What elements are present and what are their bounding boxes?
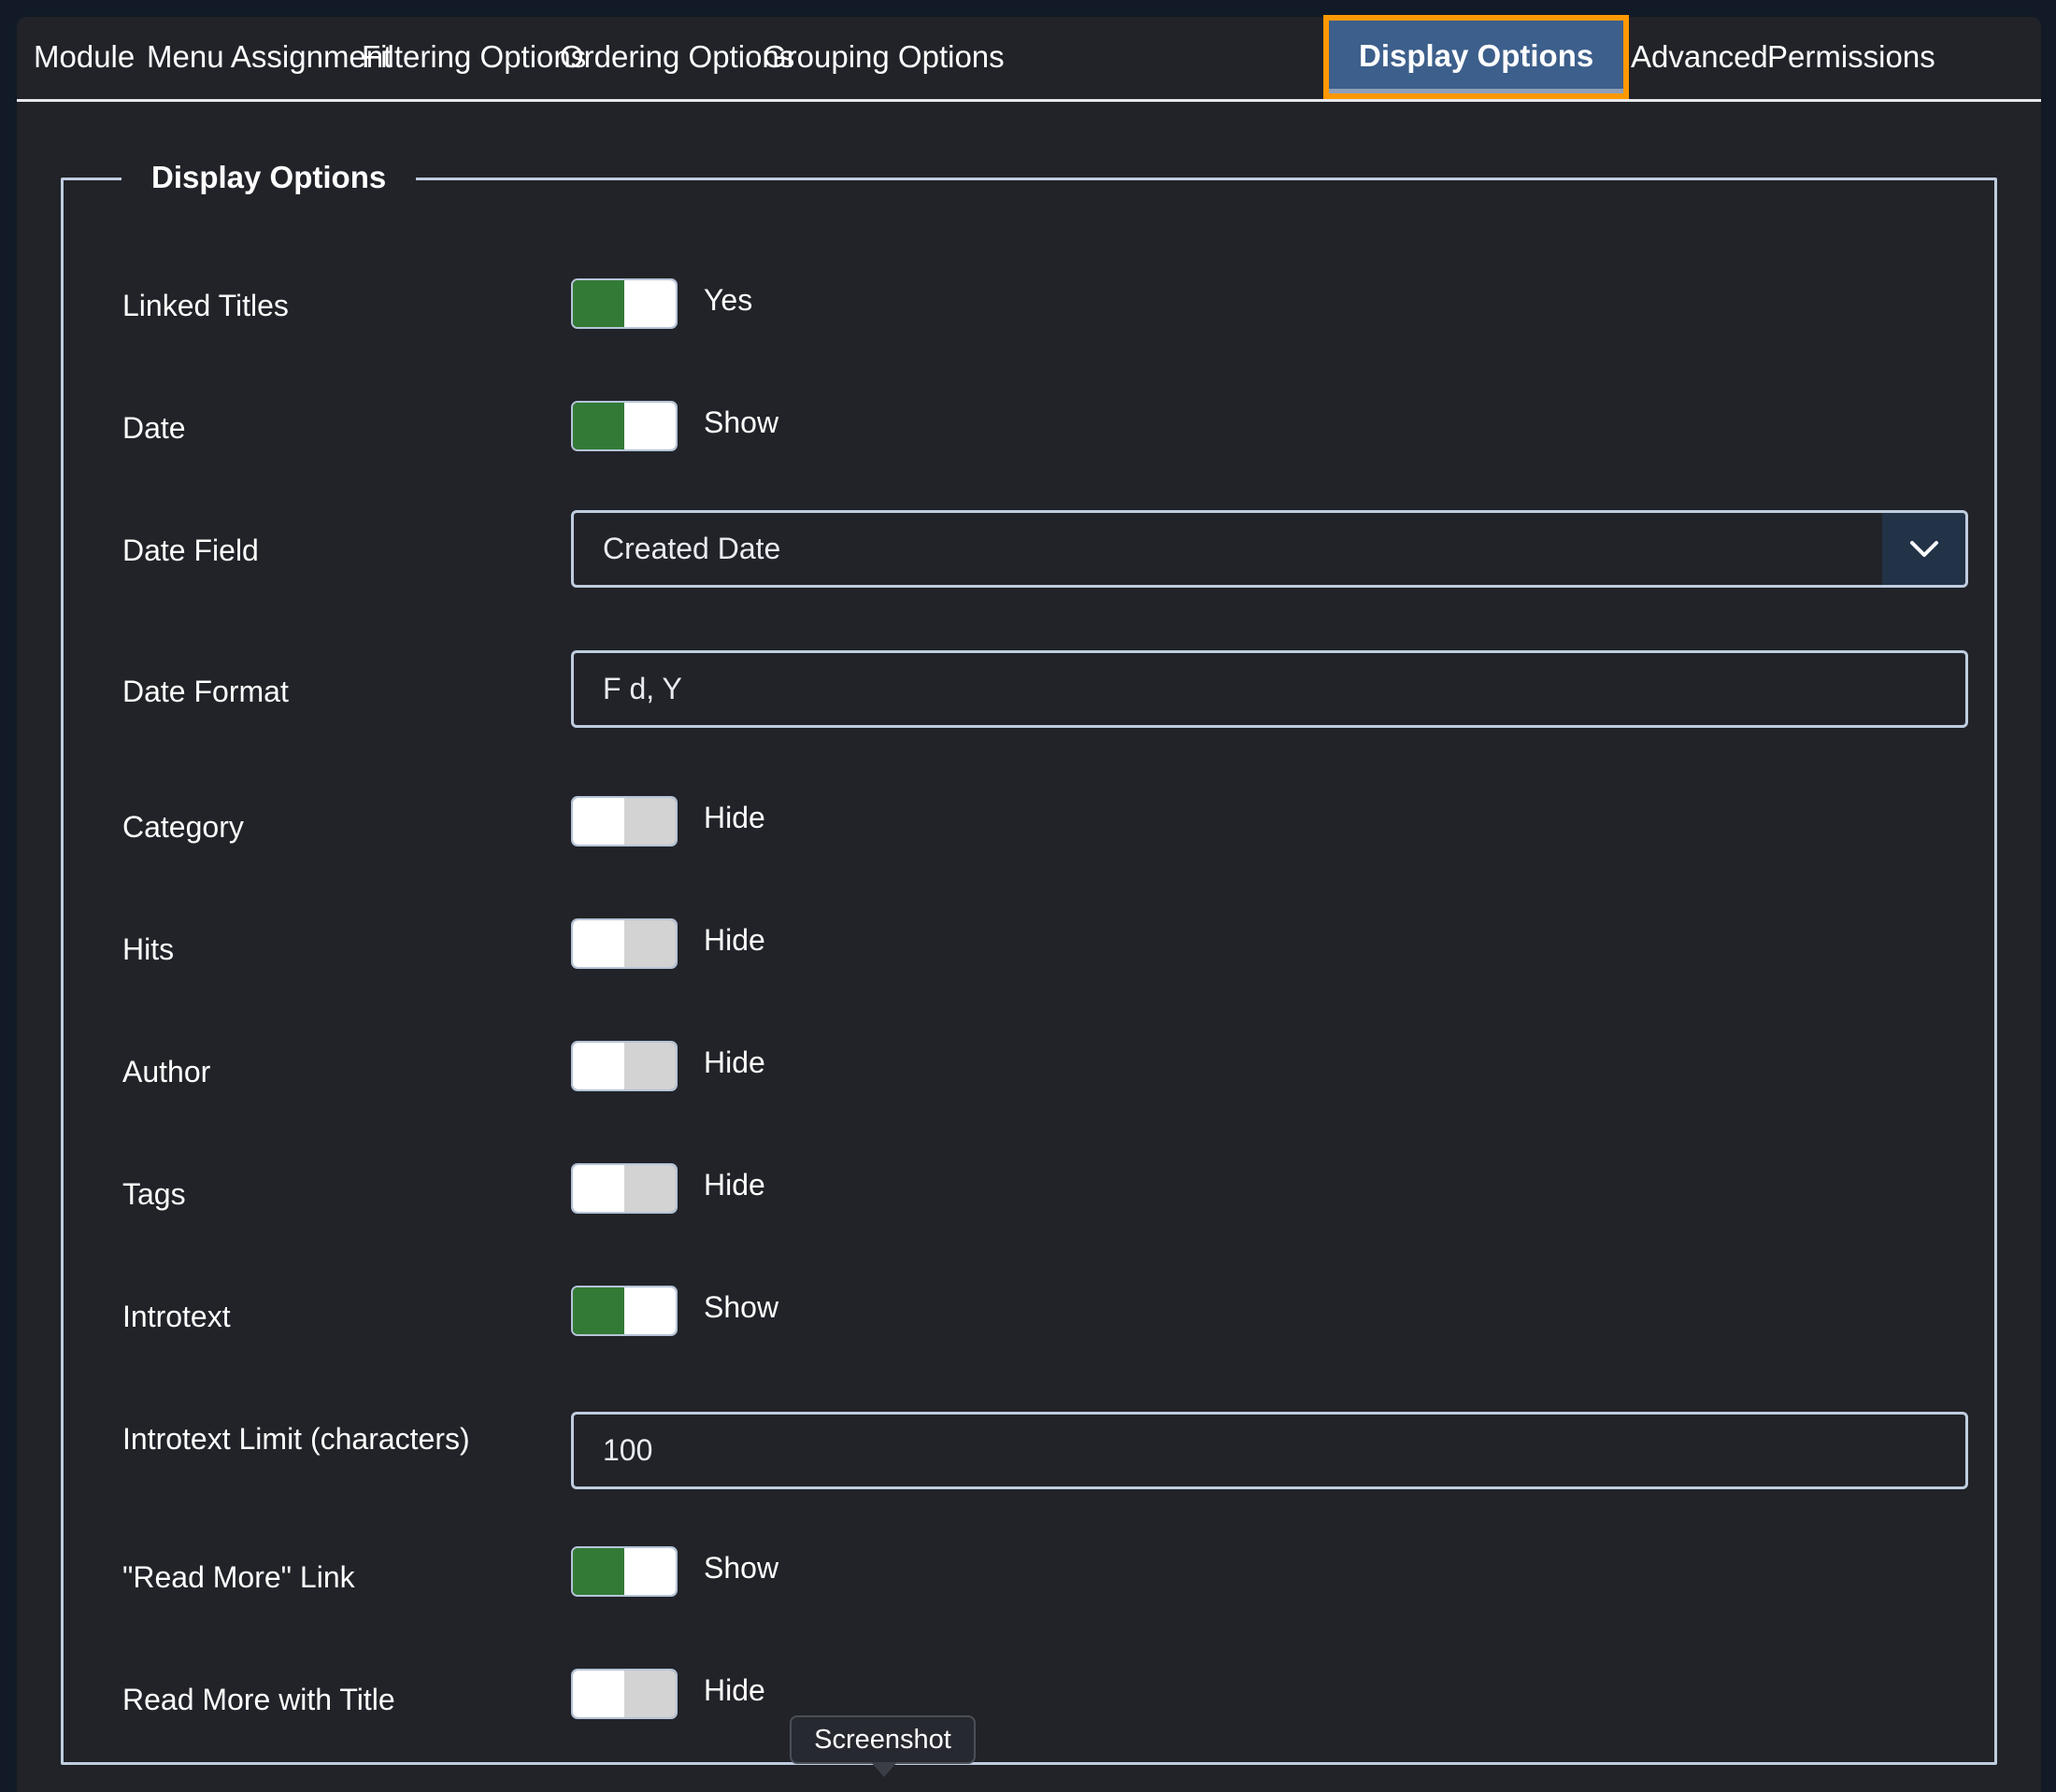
- select-dropdown-button[interactable]: [1882, 513, 1965, 585]
- field-label: "Read More" Link: [122, 1560, 355, 1594]
- field-label: Date Field: [122, 533, 259, 567]
- display-options-fieldset: Display Options Linked Titles Yes Date S…: [61, 154, 1997, 1765]
- toggle-state-text: Hide: [704, 923, 765, 957]
- tab-display-options[interactable]: Display Options: [1329, 21, 1624, 93]
- date-field-select[interactable]: Created Date: [571, 510, 1968, 588]
- field-label: Date: [122, 411, 186, 445]
- field-label: Hits: [122, 932, 175, 966]
- date-format-input[interactable]: [571, 650, 1968, 728]
- toggle-state-text: Hide: [704, 801, 765, 834]
- toggle-state-text: Hide: [704, 1168, 765, 1202]
- date-toggle[interactable]: [571, 401, 678, 451]
- toggle-state-text: Show: [704, 405, 779, 439]
- field-label: Tags: [122, 1177, 186, 1211]
- module-edit-panel: Module Menu Assignment Filtering Options…: [17, 17, 2041, 1792]
- tab-module[interactable]: Module: [34, 17, 135, 99]
- toggle-state-text: Hide: [704, 1673, 765, 1707]
- hits-toggle[interactable]: [571, 918, 678, 969]
- toggle-state-text: Hide: [704, 1045, 765, 1079]
- linked-titles-toggle[interactable]: [571, 278, 678, 329]
- field-label: Read More with Title: [122, 1683, 395, 1716]
- tab-advanced[interactable]: Advanced: [1631, 17, 1768, 99]
- tab-grouping-options[interactable]: Grouping Options: [763, 17, 1005, 99]
- tooltip-pointer: [871, 1762, 897, 1777]
- tab-bar: Module Menu Assignment Filtering Options…: [17, 17, 2041, 102]
- introtext-toggle[interactable]: [571, 1286, 678, 1336]
- field-label: Date Format: [122, 675, 289, 708]
- field-label: Linked Titles: [122, 289, 289, 322]
- read-more-link-toggle[interactable]: [571, 1546, 678, 1597]
- tab-menu-assignment[interactable]: Menu Assignment: [147, 17, 392, 99]
- toggle-state-text: Yes: [704, 283, 753, 317]
- field-label: Introtext Limit (characters): [122, 1422, 470, 1456]
- author-toggle[interactable]: [571, 1041, 678, 1091]
- chevron-down-icon: [1909, 540, 1938, 557]
- introtext-limit-input[interactable]: [571, 1412, 1968, 1489]
- toggle-state-text: Show: [704, 1551, 779, 1585]
- field-label: Introtext: [122, 1300, 231, 1333]
- field-label: Author: [122, 1055, 211, 1088]
- screenshot-tooltip: Screenshot: [790, 1715, 976, 1764]
- tab-ordering-options[interactable]: Ordering Options: [560, 17, 794, 99]
- tab-permissions[interactable]: Permissions: [1767, 17, 1935, 99]
- date-field-selected-value[interactable]: Created Date: [571, 510, 1968, 588]
- field-label: Category: [122, 810, 244, 844]
- read-more-with-title-toggle[interactable]: [571, 1669, 678, 1719]
- fieldset-legend: Display Options: [121, 154, 417, 201]
- tags-toggle[interactable]: [571, 1163, 678, 1214]
- toggle-state-text: Show: [704, 1290, 779, 1324]
- category-toggle[interactable]: [571, 796, 678, 846]
- tab-filtering-options[interactable]: Filtering Options: [362, 17, 586, 99]
